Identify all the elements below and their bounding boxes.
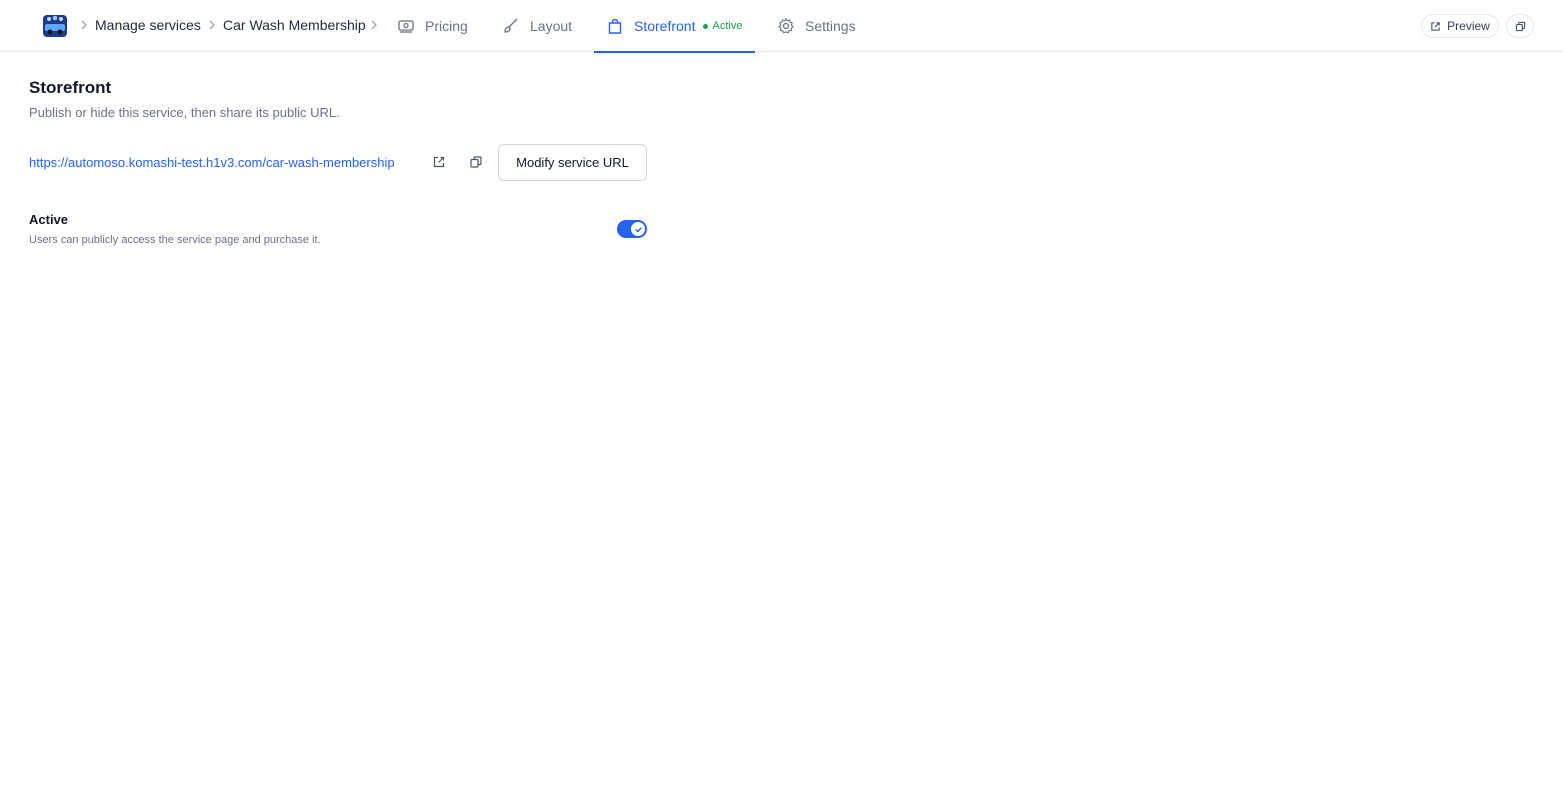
brush-icon — [504, 18, 518, 33]
copy-icon — [1515, 21, 1525, 31]
car-wash-logo-icon[interactable] — [41, 13, 69, 39]
tab-pricing[interactable]: Pricing — [397, 0, 468, 52]
service-url-link[interactable]: https://automoso.komashi-test.h1v3.com/c… — [29, 155, 395, 170]
breadcrumb-service-name[interactable]: Car Wash Membership — [223, 17, 366, 33]
chevron-right-icon — [81, 20, 87, 30]
copy-icon — [470, 156, 482, 168]
breadcrumb-manage-services[interactable]: Manage services — [95, 17, 201, 33]
copy-button[interactable] — [1506, 14, 1534, 38]
page-subtitle: Publish or hide this service, then share… — [29, 105, 340, 120]
status-badge: Active — [703, 20, 742, 32]
check-icon — [634, 226, 642, 232]
page-title: Storefront — [29, 78, 112, 97]
tab-storefront-label: Storefront — [634, 18, 696, 34]
tab-storefront[interactable]: Storefront Active — [594, 0, 755, 53]
active-setting-description: Users can publicly access the service pa… — [29, 234, 321, 246]
preview-button-label: Preview — [1447, 19, 1490, 33]
tab-pricing-label: Pricing — [425, 18, 468, 34]
tab-settings-label: Settings — [805, 18, 856, 34]
external-link-icon — [1431, 21, 1440, 31]
preview-button[interactable]: Preview — [1421, 14, 1499, 38]
copy-url-button[interactable] — [468, 154, 484, 170]
chevron-right-icon — [371, 20, 377, 30]
open-url-button[interactable] — [431, 154, 447, 170]
tab-layout[interactable]: Layout — [502, 0, 572, 52]
modify-service-url-button[interactable]: Modify service URL — [498, 144, 647, 181]
status-badge-label: Active — [712, 20, 743, 32]
external-link-icon — [433, 156, 445, 168]
toggle-knob — [631, 222, 645, 236]
gear-icon — [778, 17, 794, 34]
top-navigation-bar: Manage services Car Wash Membership Pric… — [0, 0, 1563, 53]
active-toggle[interactable] — [617, 220, 647, 238]
active-setting-label: Active — [29, 212, 69, 227]
status-dot-icon — [703, 23, 709, 29]
tab-settings[interactable]: Settings — [777, 0, 856, 52]
chevron-right-icon — [209, 20, 215, 30]
money-icon — [398, 20, 414, 33]
tab-layout-label: Layout — [530, 18, 573, 34]
shopping-bag-icon — [608, 18, 622, 34]
